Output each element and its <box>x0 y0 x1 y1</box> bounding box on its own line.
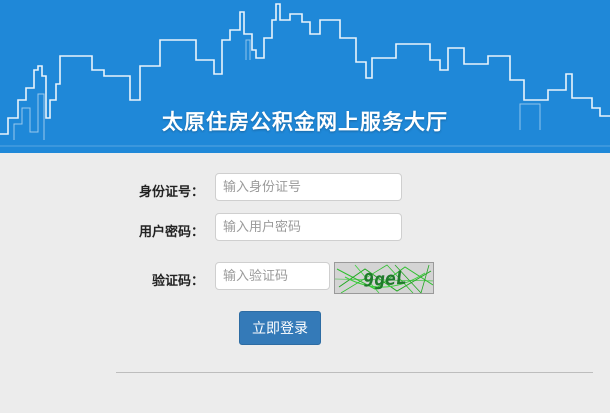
login-form: 身份证号： 用户密码： 验证码： 9geL 立即登录 <box>0 153 610 413</box>
captcha-input[interactable] <box>215 262 330 290</box>
captcha-image[interactable]: 9geL <box>334 262 434 294</box>
captcha-noise-graphic: 9geL <box>335 264 433 293</box>
login-button[interactable]: 立即登录 <box>239 311 321 345</box>
password-input[interactable] <box>215 213 402 241</box>
id-number-input[interactable] <box>215 173 402 201</box>
password-label: 用户密码： <box>138 225 204 240</box>
divider-line <box>116 372 593 373</box>
captcha-text: 9geL <box>363 268 408 292</box>
captcha-label: 验证码： <box>151 274 204 289</box>
id-number-label: 身份证号： <box>138 185 204 200</box>
header-banner: 太原住房公积金网上服务大厅 <box>0 0 610 153</box>
site-title: 太原住房公积金网上服务大厅 <box>162 110 448 134</box>
